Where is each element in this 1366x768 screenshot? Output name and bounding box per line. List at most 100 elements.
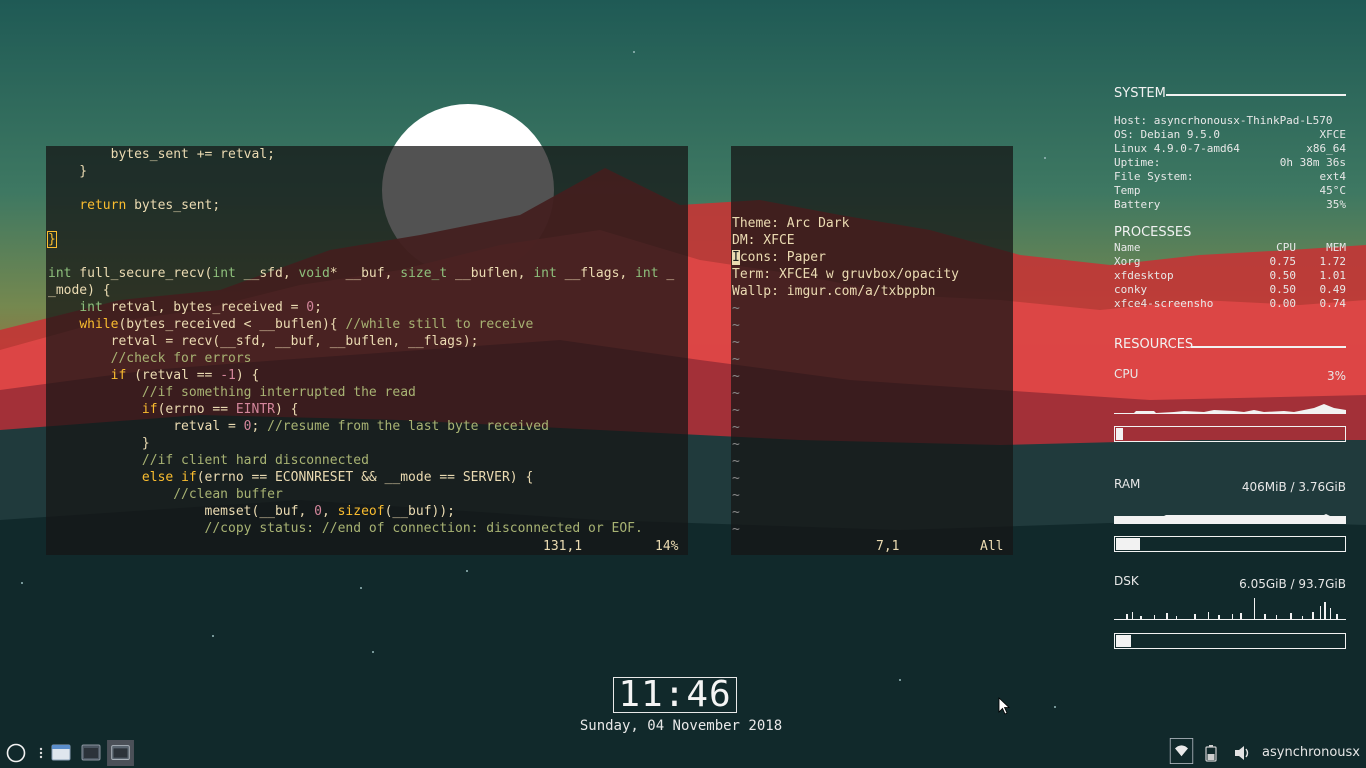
terminal-icon[interactable] <box>80 740 102 766</box>
mouse-pointer-icon <box>998 697 1011 715</box>
code-line: } <box>48 436 150 451</box>
disk-usage-bar <box>1114 633 1346 649</box>
code-line: retval = recv(__sfd, __buf, __buflen, __… <box>48 334 479 349</box>
process-name: conky <box>1114 283 1148 296</box>
host-text: Host: asyncrhonousx-ThinkPad-L570 <box>1114 114 1333 127</box>
ram-usage-bar <box>1114 536 1346 552</box>
ram-graph <box>1114 514 1346 524</box>
terminal-window-code[interactable]: bytes_sent += retval; } return bytes_sen… <box>46 146 688 555</box>
whisker-menu-icon[interactable] <box>4 740 28 766</box>
uptime-row: Uptime: 0h 38m 36s <box>1114 156 1346 170</box>
code-line: if(errno == EINTR) { <box>141 402 299 417</box>
info-term-line: Term: XFCE4 w gruvbox/opacity <box>732 267 959 282</box>
processes-heading: PROCESSES <box>1114 225 1192 240</box>
temp-label: Temp <box>1114 184 1141 197</box>
filesystem-row: File System: ext4 <box>1114 170 1346 184</box>
vim-tilde: ~ <box>732 335 740 350</box>
code-line: //clean buffer <box>48 487 283 502</box>
vim-scroll-percent: All <box>980 539 1004 554</box>
vim-tilde: ~ <box>732 505 740 520</box>
code-line: if (retval == -1) { <box>110 368 260 383</box>
process-cpu: 0.50 <box>1269 269 1297 282</box>
system-heading: SYSTEM <box>1114 86 1166 101</box>
process-name: Xorg <box>1114 255 1141 268</box>
os-label: OS: Debian 9.5.0 <box>1114 128 1220 141</box>
battery-icon[interactable] <box>1204 740 1218 766</box>
dsk-value: 6.05GiB / 93.7GiB <box>1239 577 1346 591</box>
disk-bar-fill <box>1116 635 1131 647</box>
vim-tilde: ~ <box>732 301 740 316</box>
os-row: OS: Debian 9.5.0 XFCE <box>1114 128 1346 142</box>
uptime-label: Uptime: <box>1114 156 1161 169</box>
temp-value: 45°C <box>1319 184 1347 197</box>
process-row: Xorg 0.75 1.72 <box>1114 255 1346 269</box>
active-terminal-icon[interactable] <box>106 740 135 766</box>
vim-tilde: ~ <box>732 403 740 418</box>
code-line: //if client hard disconnected <box>48 453 369 468</box>
dsk-label: DSK <box>1114 574 1139 588</box>
vim-scroll-percent: 14% <box>655 539 679 554</box>
code-line: return bytes_sent; <box>79 198 221 213</box>
disk-graph <box>1114 598 1346 620</box>
vim-tilde: ~ <box>732 437 740 452</box>
code-line: else if(errno == ECONNRESET && __mode ==… <box>141 470 534 485</box>
vim-tilde: ~ <box>732 420 740 435</box>
vim-tilde: ~ <box>732 386 740 401</box>
battery-row: Battery 35% <box>1114 198 1346 212</box>
vim-tilde: ~ <box>732 471 740 486</box>
desktop-clock-time: 11:46 <box>613 677 737 713</box>
arch-value: x86_64 <box>1306 142 1346 155</box>
code-line: //if something interrupted the read <box>48 385 416 400</box>
code-line: } <box>47 231 57 248</box>
process-name: xfce4-screensho <box>1114 297 1214 310</box>
vim-tilde: ~ <box>732 488 740 503</box>
code-line: _mode) { <box>48 283 111 298</box>
col-cpu: CPU <box>1276 241 1296 254</box>
process-mem: 0.49 <box>1319 283 1347 296</box>
vim-tilde: ~ <box>732 522 740 537</box>
vim-cursor-position: 131,1 <box>543 539 583 554</box>
os-value: XFCE <box>1319 128 1347 141</box>
code-line: while(bytes_received < __buflen){ //whil… <box>79 317 534 332</box>
cpu-value: 3% <box>1326 369 1346 383</box>
fs-value: ext4 <box>1319 170 1347 183</box>
process-mem: 0.74 <box>1319 297 1347 310</box>
temp-row: Temp 45°C <box>1114 184 1346 198</box>
battery-value: 35% <box>1326 198 1346 211</box>
ram-label: RAM <box>1114 477 1141 491</box>
vim-tilde: ~ <box>732 454 740 469</box>
cpu-usage-bar <box>1114 426 1346 442</box>
code-line: retval = 0; //resume from the last byte … <box>48 419 549 434</box>
process-row: xfdesktop 0.50 1.01 <box>1114 269 1346 283</box>
host-row: Host: asyncrhonousx-ThinkPad-L570 <box>1114 114 1346 128</box>
process-header-row: Name CPU MEM <box>1114 241 1346 255</box>
code-line: memset(__buf, 0, sizeof(__buf)); <box>48 504 456 519</box>
process-cpu: 0.00 <box>1269 297 1297 310</box>
info-theme-line: Theme: Arc Dark <box>732 216 850 231</box>
col-name: Name <box>1114 241 1141 254</box>
desktop-clock-date: Sunday, 04 November 2018 <box>579 718 783 734</box>
code-line: } <box>48 164 88 179</box>
kernel-row: Linux 4.9.0-7-amd64 x86_64 <box>1114 142 1346 156</box>
file-manager-icon[interactable] <box>50 740 72 766</box>
info-icons-text: cons: Paper <box>739 250 826 265</box>
text-cursor: I <box>732 250 740 265</box>
code-line: int retval, bytes_received = 0; <box>79 300 322 315</box>
process-name: xfdesktop <box>1114 269 1174 282</box>
bottom-panel <box>0 738 1366 768</box>
resources-heading: RESOURCES <box>1114 337 1194 352</box>
process-mem: 1.01 <box>1319 269 1347 282</box>
process-mem: 1.72 <box>1319 255 1347 268</box>
wifi-icon[interactable] <box>1168 738 1195 764</box>
volume-icon[interactable] <box>1232 740 1252 766</box>
fs-label: File System: <box>1114 170 1194 183</box>
code-line: //check for errors <box>48 351 252 366</box>
cpu-label: CPU <box>1114 367 1139 381</box>
vim-tilde: ~ <box>732 352 740 367</box>
username-label[interactable]: asynchronousx <box>1262 745 1360 760</box>
terminal-window-info[interactable]: Theme: Arc Dark DM: XFCE Icons: Paper Te… <box>731 146 1013 555</box>
section-rule <box>1166 94 1346 96</box>
uptime-value: 0h 38m 36s <box>1279 156 1346 169</box>
info-dm-line: DM: XFCE <box>732 233 795 248</box>
info-wallpaper-line: Wallp: imgur.com/a/txbppbn <box>732 284 936 299</box>
